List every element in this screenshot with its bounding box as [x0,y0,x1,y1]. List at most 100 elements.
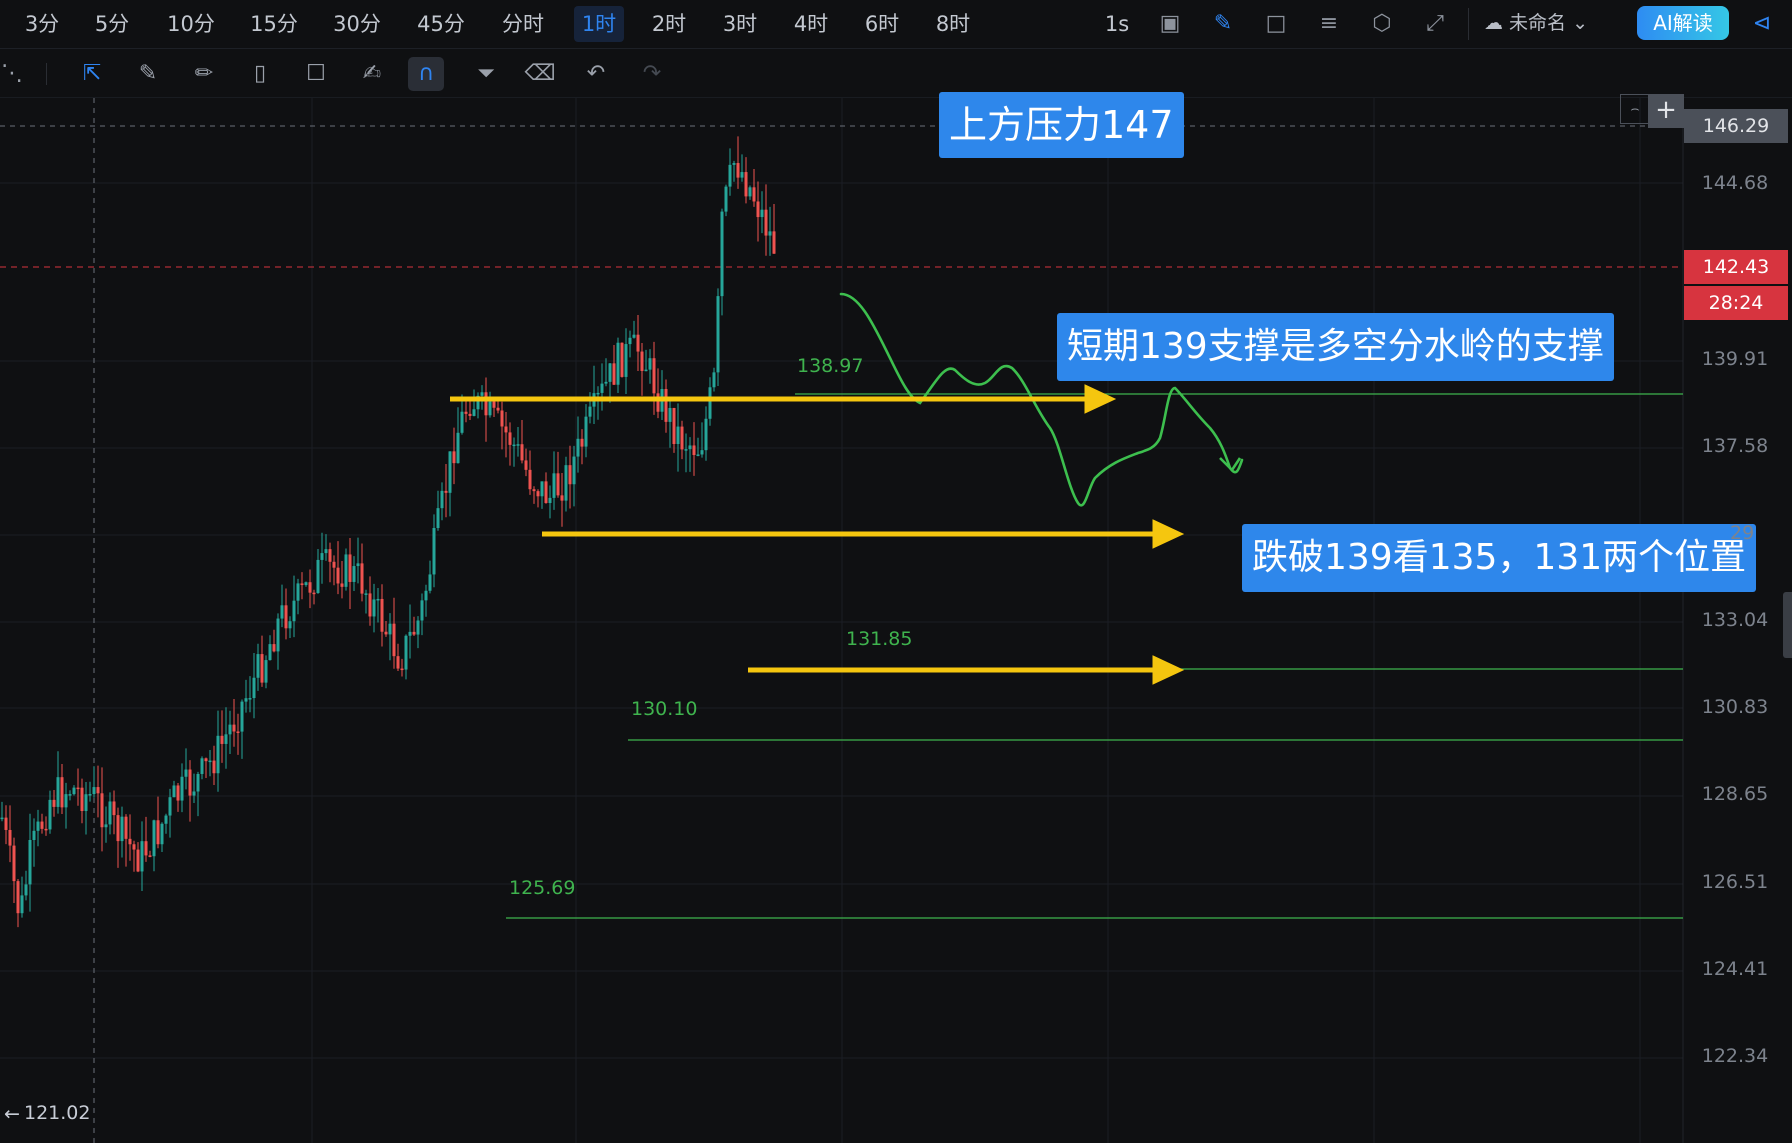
candle-body [680,426,684,450]
candle-body [140,841,144,872]
chart-name-selector[interactable]: ☁ 未命名 ⌄ [1484,8,1588,38]
candle-body [180,776,184,801]
candle-body [400,668,404,671]
candle-body [716,296,720,373]
candle-body [504,426,508,433]
candle-body [312,592,316,595]
candle-body [52,799,56,807]
timeframe-3m[interactable]: 3分 [18,6,66,42]
candle-body [552,473,556,498]
candle-body [456,432,460,464]
trash-icon[interactable]: ⌫ [522,57,558,91]
redo-icon[interactable]: ↷ [634,57,670,91]
low-price-marker: 121.02 [24,1102,91,1124]
timeframe-5m[interactable]: 5分 [86,6,138,42]
candle-body [280,605,284,619]
undo-icon[interactable]: ↶ [578,57,614,91]
candle-body [176,785,180,801]
timeframe-2h[interactable]: 2时 [644,6,694,42]
candle-body [616,342,620,385]
support-callout[interactable]: 短期139支撑是多空分水岭的支撑 [1057,313,1614,381]
candle-body [512,444,516,447]
candle-body [464,411,468,414]
timeframe-4h[interactable]: 4时 [786,6,836,42]
list-icon[interactable]: ≡ [1315,10,1343,38]
timeframe-6h[interactable]: 6时 [857,6,907,42]
candle-body [608,363,612,382]
candle-body [624,344,628,377]
edit-note-icon[interactable]: ✍ [354,57,390,91]
candle-body [348,554,352,582]
comment-icon[interactable]: □ [1262,10,1290,38]
fullscreen-icon[interactable]: ⤢ [1421,10,1449,38]
breakdown-callout[interactable]: 跌破139看135，131两个位置 [1242,524,1757,592]
axis-scroll-handle[interactable] [1783,592,1792,658]
chart-area[interactable]: ← 138.97 131.85 130.10 125.69 上方压力147 短期… [0,92,1792,1143]
camera-icon[interactable]: ▣ [1156,10,1184,38]
candle-body [344,554,348,587]
ai-interpret-button[interactable]: AI解读 [1637,6,1729,40]
candle-body [548,497,552,503]
candle-body [332,561,336,568]
candle-body [116,815,120,842]
candle-body [40,821,44,829]
candle-body [304,582,308,586]
price-axis-label: 137.58 [1701,435,1769,457]
pencil-icon[interactable]: ✎ [1209,10,1237,38]
candle-body [728,164,732,187]
candle-body [288,621,292,629]
candle-body [104,824,108,828]
select-cursor-icon[interactable]: ⇱ [74,57,110,91]
candle-body [744,172,748,197]
eraser-icon[interactable]: ✏ [186,57,222,91]
candle-body [196,773,200,792]
candle-body [676,426,680,444]
candle-body [20,895,24,914]
candle-body [264,660,268,683]
price-axis-label: 130.83 [1701,696,1769,718]
candle-body [424,590,428,601]
candle-body [136,849,140,872]
interval-selector[interactable]: 1s [1100,6,1134,42]
timeframe-15m[interactable]: 15分 [243,6,305,42]
timeframe-intraday[interactable]: 分时 [494,6,552,42]
candle-body [708,387,712,419]
candle-body [600,383,604,393]
candle-body [188,769,192,796]
candle-body [172,785,176,798]
collapse-icon[interactable]: ⋱ [0,57,30,91]
share-icon[interactable]: ⊲ [1748,10,1776,38]
filter-icon[interactable]: ⏷ [468,57,504,91]
candlestick-chart[interactable]: ← [0,98,1792,1143]
timeframe-45m[interactable]: 45分 [410,6,472,42]
timeframe-3h[interactable]: 3时 [715,6,765,42]
current-price-tag: 142.43 [1684,250,1788,284]
ruler-icon[interactable]: ✎ [130,57,166,91]
candle-body [72,787,76,795]
candle-body [712,372,716,388]
add-alert-icon[interactable]: + [1648,94,1684,128]
candle-body [88,794,92,796]
candle-body [328,549,332,562]
timeframe-30m[interactable]: 30分 [326,6,388,42]
axis-lock-icon[interactable]: ⌢ [1620,94,1650,124]
candle-body [112,801,116,816]
candle-body [148,855,152,857]
candle-body [724,186,728,212]
candle-body [164,815,168,824]
candle-body [636,334,640,352]
candle-body [144,841,148,856]
candle-body [448,451,452,493]
support-arrows [450,384,1185,685]
candle-body [336,567,340,584]
candle-body [612,363,616,385]
timeframe-10m[interactable]: 10分 [160,6,222,42]
lock-icon[interactable]: ☐ [298,57,334,91]
magnet-icon[interactable]: ∩ [408,57,444,91]
resistance-callout[interactable]: 上方压力147 [939,92,1184,158]
candles-icon[interactable]: ▯ [242,57,278,91]
settings-icon[interactable]: ⬡ [1368,10,1396,38]
timeframe-8h[interactable]: 8时 [928,6,978,42]
timeframe-1h[interactable]: 1时 [574,6,624,42]
candle-body [396,656,400,669]
